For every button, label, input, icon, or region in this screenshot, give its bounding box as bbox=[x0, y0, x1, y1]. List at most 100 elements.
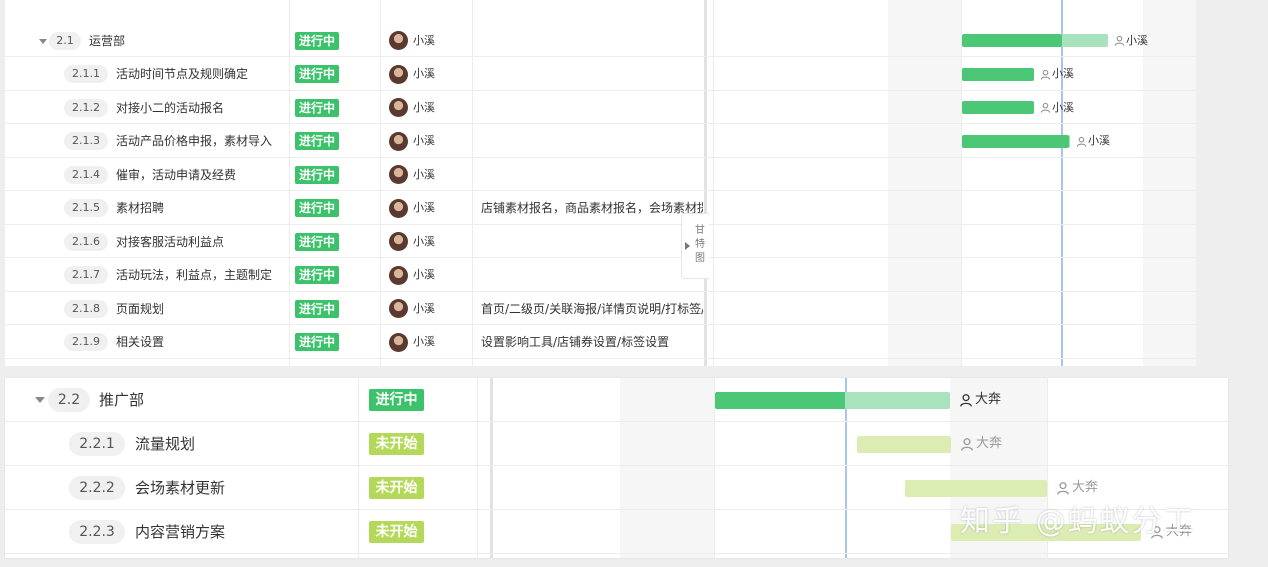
task-note[interactable]: 店铺素材报名，商品素材报名，会场素材提 bbox=[481, 200, 703, 216]
status-badge[interactable]: 未开始 bbox=[369, 433, 424, 455]
task-name[interactable]: 催审，活动申请及经费 bbox=[116, 167, 236, 183]
task-name[interactable]: 推广部 bbox=[99, 390, 144, 410]
bar-owner-label: 小溪 bbox=[1052, 67, 1074, 80]
task-id: 2.1.4 bbox=[64, 165, 108, 184]
task-note[interactable]: 设置影响工具/店铺券设置/标签设置 bbox=[481, 334, 703, 350]
top-task-panel: 2.1 运营部 进行中 小溪 小溪 2.1.1 活动时间节点及规则确定 进行中 小溪 小溪 2.1.… bbox=[5, 0, 1196, 366]
task-id: 2.1.8 bbox=[64, 299, 108, 318]
table-row[interactable]: 2.1.6 对接客服活动利益点 进行中 小溪 bbox=[5, 225, 1196, 258]
task-id: 2.1.6 bbox=[64, 232, 108, 251]
task-name[interactable]: 内容营销方案 bbox=[135, 522, 225, 542]
owner-name[interactable]: 小溪 bbox=[413, 101, 435, 115]
avatar bbox=[389, 131, 408, 151]
bar-owner-label: 小溪 bbox=[1052, 100, 1074, 114]
task-name[interactable]: 对接小二的活动报名 bbox=[116, 100, 224, 116]
task-name[interactable]: 相关设置 bbox=[116, 334, 164, 350]
person-icon bbox=[1040, 102, 1051, 113]
avatar bbox=[389, 332, 408, 352]
table-row[interactable]: 2.1 运营部 进行中 小溪 小溪 bbox=[5, 24, 1196, 57]
avatar bbox=[389, 265, 408, 285]
status-badge[interactable]: 进行中 bbox=[295, 31, 339, 50]
owner-name[interactable]: 小溪 bbox=[413, 168, 435, 182]
task-name[interactable]: 活动产品价格申报，素材导入 bbox=[116, 133, 272, 149]
gantt-bar[interactable] bbox=[962, 134, 1069, 148]
bar-owner-label: 大奔 bbox=[975, 392, 1002, 407]
table-row[interactable]: 2.1.4 催审，活动申请及经费 进行中 小溪 bbox=[5, 158, 1196, 191]
task-id: 2.2.2 bbox=[69, 476, 125, 500]
task-name[interactable]: 流量规划 bbox=[135, 434, 195, 454]
caret-right-icon bbox=[685, 242, 690, 250]
gantt-bar[interactable] bbox=[962, 67, 1034, 81]
bar-owner-label: 小溪 bbox=[1088, 134, 1110, 147]
person-icon bbox=[961, 438, 973, 451]
person-icon bbox=[1040, 69, 1051, 80]
status-badge[interactable]: 进行中 bbox=[295, 266, 339, 284]
table-row[interactable]: 2.1.2 对接小二的活动报名 进行中 小溪 小溪 bbox=[5, 91, 1196, 124]
owner-name[interactable]: 小溪 bbox=[413, 201, 435, 215]
avatar bbox=[389, 165, 408, 184]
task-id: 2.1.7 bbox=[64, 266, 108, 284]
bar-owner-label: 大奔 bbox=[1072, 480, 1099, 495]
bar-owner-label: 大奔 bbox=[976, 436, 1003, 451]
owner-name[interactable]: 小溪 bbox=[413, 67, 435, 81]
table-row[interactable]: 2.1.3 活动产品价格申报，素材导入 进行中 小溪 小溪 bbox=[5, 125, 1196, 158]
table-row[interactable]: 2.1.8 页面规划 进行中 小溪 首页/二级页/关联海报/详情页说明/打标签/个 bbox=[5, 292, 1196, 325]
status-badge[interactable]: 进行中 bbox=[295, 65, 339, 83]
task-name[interactable]: 活动玩法，利益点，主题制定 bbox=[116, 267, 272, 283]
caret-down-icon[interactable] bbox=[35, 397, 45, 403]
task-id: 2.1 bbox=[49, 31, 81, 50]
table-row[interactable]: 2.2 推广部 进行中 大奔 bbox=[5, 378, 1228, 422]
table-row[interactable]: 2.1.9 相关设置 进行中 小溪 设置影响工具/店铺券设置/标签设置 bbox=[5, 326, 1196, 359]
table-row[interactable]: 2.1.7 活动玩法，利益点，主题制定 进行中 小溪 bbox=[5, 259, 1196, 292]
gantt-bar-remaining[interactable] bbox=[845, 391, 950, 409]
task-name[interactable]: 活动时间节点及规则确定 bbox=[116, 66, 248, 82]
watermark: 知乎 @蚂蚁分工 bbox=[960, 504, 1196, 539]
gantt-bar[interactable] bbox=[962, 101, 1034, 114]
table-row[interactable]: 2.1.5 素材招聘 进行中 小溪 店铺素材报名，商品素材报名，会场素材提 bbox=[5, 192, 1196, 225]
task-id: 2.1.1 bbox=[64, 65, 108, 83]
owner-name[interactable]: 小溪 bbox=[413, 235, 435, 249]
caret-down-icon[interactable] bbox=[39, 38, 47, 44]
task-id: 2.1.3 bbox=[64, 132, 108, 150]
status-badge[interactable]: 进行中 bbox=[295, 165, 339, 184]
person-icon bbox=[1114, 35, 1125, 46]
status-badge[interactable]: 未开始 bbox=[369, 477, 424, 499]
task-note[interactable]: 首页/二级页/关联海报/详情页说明/打标签/个 bbox=[481, 301, 703, 317]
gantt-tab-label: 甘特图 bbox=[695, 225, 705, 264]
task-id: 2.2.3 bbox=[69, 520, 125, 544]
status-badge[interactable]: 进行中 bbox=[295, 132, 339, 150]
owner-name[interactable]: 小溪 bbox=[413, 134, 435, 148]
gantt-bar-remaining[interactable] bbox=[1062, 34, 1108, 47]
avatar bbox=[389, 299, 408, 318]
task-name[interactable]: 素材招聘 bbox=[116, 200, 164, 216]
owner-name[interactable]: 小溪 bbox=[413, 268, 435, 282]
status-badge[interactable]: 进行中 bbox=[295, 299, 339, 318]
task-name[interactable]: 运营部 bbox=[89, 33, 125, 49]
owner-name[interactable]: 小溪 bbox=[413, 302, 435, 316]
status-badge[interactable]: 进行中 bbox=[295, 232, 339, 251]
gantt-bar-remaining[interactable] bbox=[1069, 134, 1070, 148]
avatar bbox=[389, 31, 408, 50]
task-name[interactable]: 会场素材更新 bbox=[135, 478, 225, 498]
table-row[interactable]: 2.1.1 活动时间节点及规则确定 进行中 小溪 小溪 bbox=[5, 58, 1196, 91]
gantt-bar[interactable] bbox=[857, 435, 951, 453]
bar-owner-label: 小溪 bbox=[1126, 33, 1148, 47]
gantt-bar[interactable] bbox=[962, 34, 1062, 47]
task-id: 2.2 bbox=[48, 388, 90, 412]
owner-name[interactable]: 小溪 bbox=[413, 335, 435, 349]
status-badge[interactable]: 未开始 bbox=[369, 521, 424, 543]
avatar bbox=[389, 232, 408, 251]
status-badge[interactable]: 进行中 bbox=[295, 98, 339, 117]
owner-name[interactable]: 小溪 bbox=[413, 34, 435, 48]
table-row[interactable]: 2.2.1 流量规划 未开始 大奔 bbox=[5, 422, 1228, 466]
gantt-bar[interactable] bbox=[905, 479, 1047, 497]
task-name[interactable]: 对接客服活动利益点 bbox=[116, 234, 224, 250]
gantt-bar[interactable] bbox=[715, 391, 845, 409]
status-badge[interactable]: 进行中 bbox=[295, 333, 339, 351]
status-badge[interactable]: 进行中 bbox=[295, 199, 339, 217]
gantt-toggle-tab[interactable]: 甘特图 bbox=[681, 213, 709, 279]
status-badge[interactable]: 进行中 bbox=[369, 389, 424, 411]
task-id: 2.1.5 bbox=[64, 199, 108, 217]
task-name[interactable]: 页面规划 bbox=[116, 301, 164, 317]
avatar bbox=[389, 98, 408, 117]
